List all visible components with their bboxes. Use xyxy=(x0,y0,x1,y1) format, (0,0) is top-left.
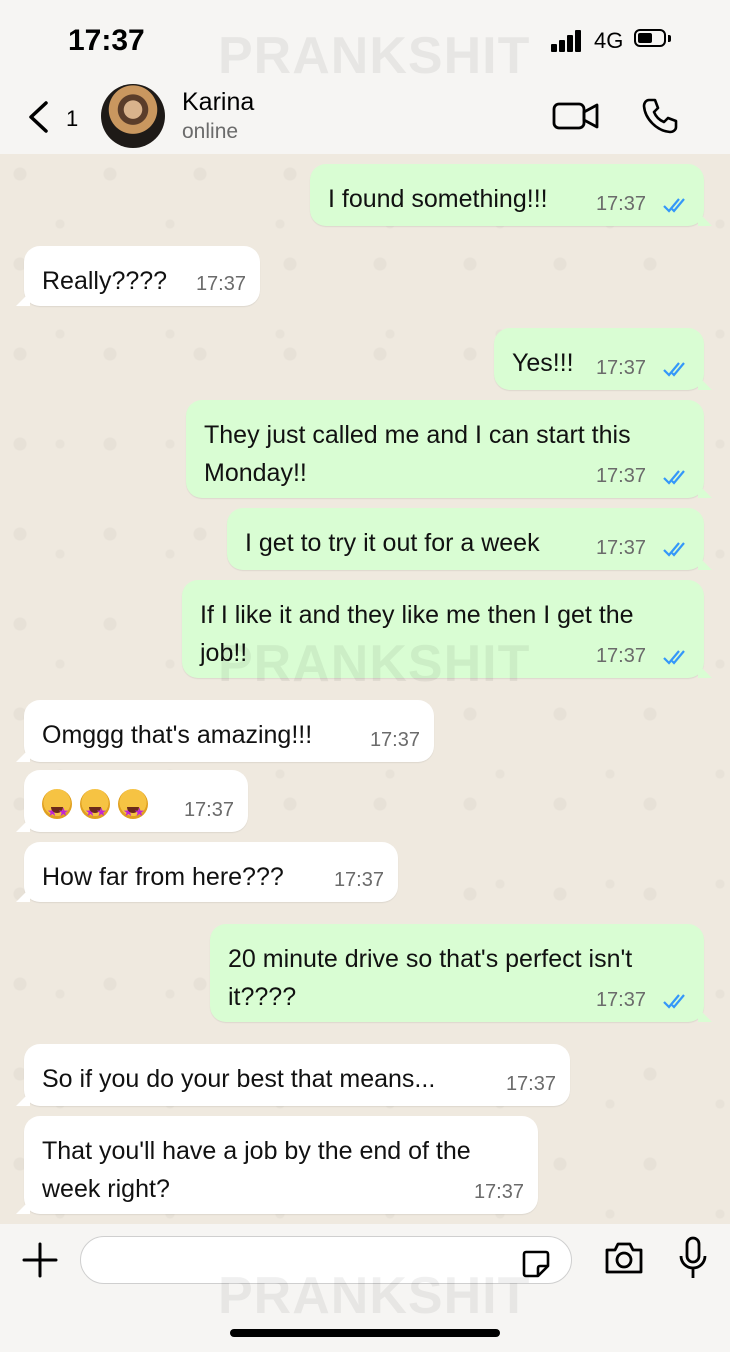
message-line: 20 minute drive so that's perfect isn't xyxy=(228,945,633,973)
message-time: 17:37 xyxy=(473,1181,524,1203)
status-bar: 17:37 4G xyxy=(0,0,730,80)
message-list[interactable]: I found something!!! 17:37 Really???? 17… xyxy=(0,154,730,1224)
message-line: week right? xyxy=(42,1175,170,1203)
battery-icon xyxy=(634,29,672,49)
message-time: 17:37 xyxy=(595,537,646,559)
message-text: They just called me and I can start this… xyxy=(204,416,631,492)
message-bubble-outgoing[interactable]: If I like it and they like me then I get… xyxy=(182,580,712,678)
message-line: That you'll have a job by the end of the xyxy=(42,1137,471,1165)
network-type: 4G xyxy=(594,28,624,53)
message-bubble-incoming[interactable]: So if you do your best that means... 17:… xyxy=(16,1044,570,1106)
message-text: 20 minute drive so that's perfect isn't … xyxy=(228,940,632,1016)
message-bubble-incoming[interactable]: That you'll have a job by the end of the… xyxy=(16,1116,538,1214)
message-time: 17:37 xyxy=(183,799,234,821)
message-bubble-outgoing[interactable]: I found something!!! 17:37 xyxy=(310,164,712,226)
chevron-left-icon[interactable] xyxy=(26,100,50,134)
star-struck-emoji xyxy=(80,789,110,831)
message-bubble-incoming[interactable]: How far from here??? 17:37 xyxy=(16,842,398,902)
message-time: 17:37 xyxy=(595,193,646,215)
message-text: If I like it and they like me then I get… xyxy=(200,596,634,672)
video-call-icon[interactable] xyxy=(552,100,600,132)
sticker-icon[interactable] xyxy=(520,1248,552,1280)
message-line: They just called me and I can start this xyxy=(204,421,631,449)
message-bubble-outgoing[interactable]: 20 minute drive so that's perfect isn't … xyxy=(210,924,712,1022)
microphone-icon[interactable] xyxy=(678,1236,708,1280)
message-bubble-incoming[interactable]: 17:37 xyxy=(16,770,248,832)
message-input[interactable] xyxy=(80,1236,572,1284)
message-text: Really???? xyxy=(42,267,168,295)
message-bubble-outgoing[interactable]: Yes!!! 17:37 xyxy=(494,328,712,390)
message-bubble-incoming[interactable]: Omggg that's amazing!!! 17:37 xyxy=(16,700,434,762)
message-line: Monday!! xyxy=(204,459,307,487)
message-text: So if you do your best that means... xyxy=(42,1065,436,1093)
message-bubble-incoming[interactable]: Really???? 17:37 xyxy=(16,246,260,306)
read-receipt-icon xyxy=(663,542,685,557)
message-time: 17:37 xyxy=(369,729,420,751)
chat-header: 1 Karina online xyxy=(0,80,730,154)
read-receipt-icon xyxy=(663,198,685,213)
message-bubble-outgoing[interactable]: They just called me and I can start this… xyxy=(186,400,712,498)
message-text: That you'll have a job by the end of the… xyxy=(42,1132,471,1208)
home-indicator[interactable] xyxy=(230,1329,500,1337)
unread-count[interactable]: 1 xyxy=(66,106,78,132)
message-line: job!! xyxy=(200,639,248,667)
message-text: Yes!!! xyxy=(512,349,574,377)
phone-call-icon[interactable] xyxy=(640,96,680,136)
avatar[interactable] xyxy=(101,84,165,148)
message-bubble-outgoing[interactable]: I get to try it out for a week 17:37 xyxy=(227,508,712,570)
message-line: If I like it and they like me then I get… xyxy=(200,601,634,629)
read-receipt-icon xyxy=(663,650,685,665)
message-time: 17:37 xyxy=(333,869,384,891)
read-receipt-icon xyxy=(663,470,685,485)
read-receipt-icon xyxy=(663,362,685,377)
plus-icon[interactable] xyxy=(22,1242,58,1278)
contact-name[interactable]: Karina xyxy=(182,88,254,117)
star-struck-emoji xyxy=(42,789,72,831)
emoji-row xyxy=(42,784,156,831)
star-struck-emoji xyxy=(118,789,148,831)
message-text: I get to try it out for a week xyxy=(245,529,540,557)
message-time: 17:37 xyxy=(595,465,646,487)
message-text: I found something!!! xyxy=(328,185,548,213)
read-receipt-icon xyxy=(663,994,685,1009)
message-text: Omggg that's amazing!!! xyxy=(42,721,313,749)
message-time: 17:37 xyxy=(195,273,246,295)
contact-status: online xyxy=(182,120,239,143)
message-time: 17:37 xyxy=(595,645,646,667)
message-time: 17:37 xyxy=(505,1073,556,1095)
status-time: 17:37 xyxy=(68,24,145,57)
message-text: How far from here??? xyxy=(42,863,284,891)
message-time: 17:37 xyxy=(595,989,646,1011)
message-time: 17:37 xyxy=(595,357,646,379)
camera-icon[interactable] xyxy=(603,1240,645,1276)
signal-icon xyxy=(551,30,585,52)
message-line: it???? xyxy=(228,983,297,1011)
